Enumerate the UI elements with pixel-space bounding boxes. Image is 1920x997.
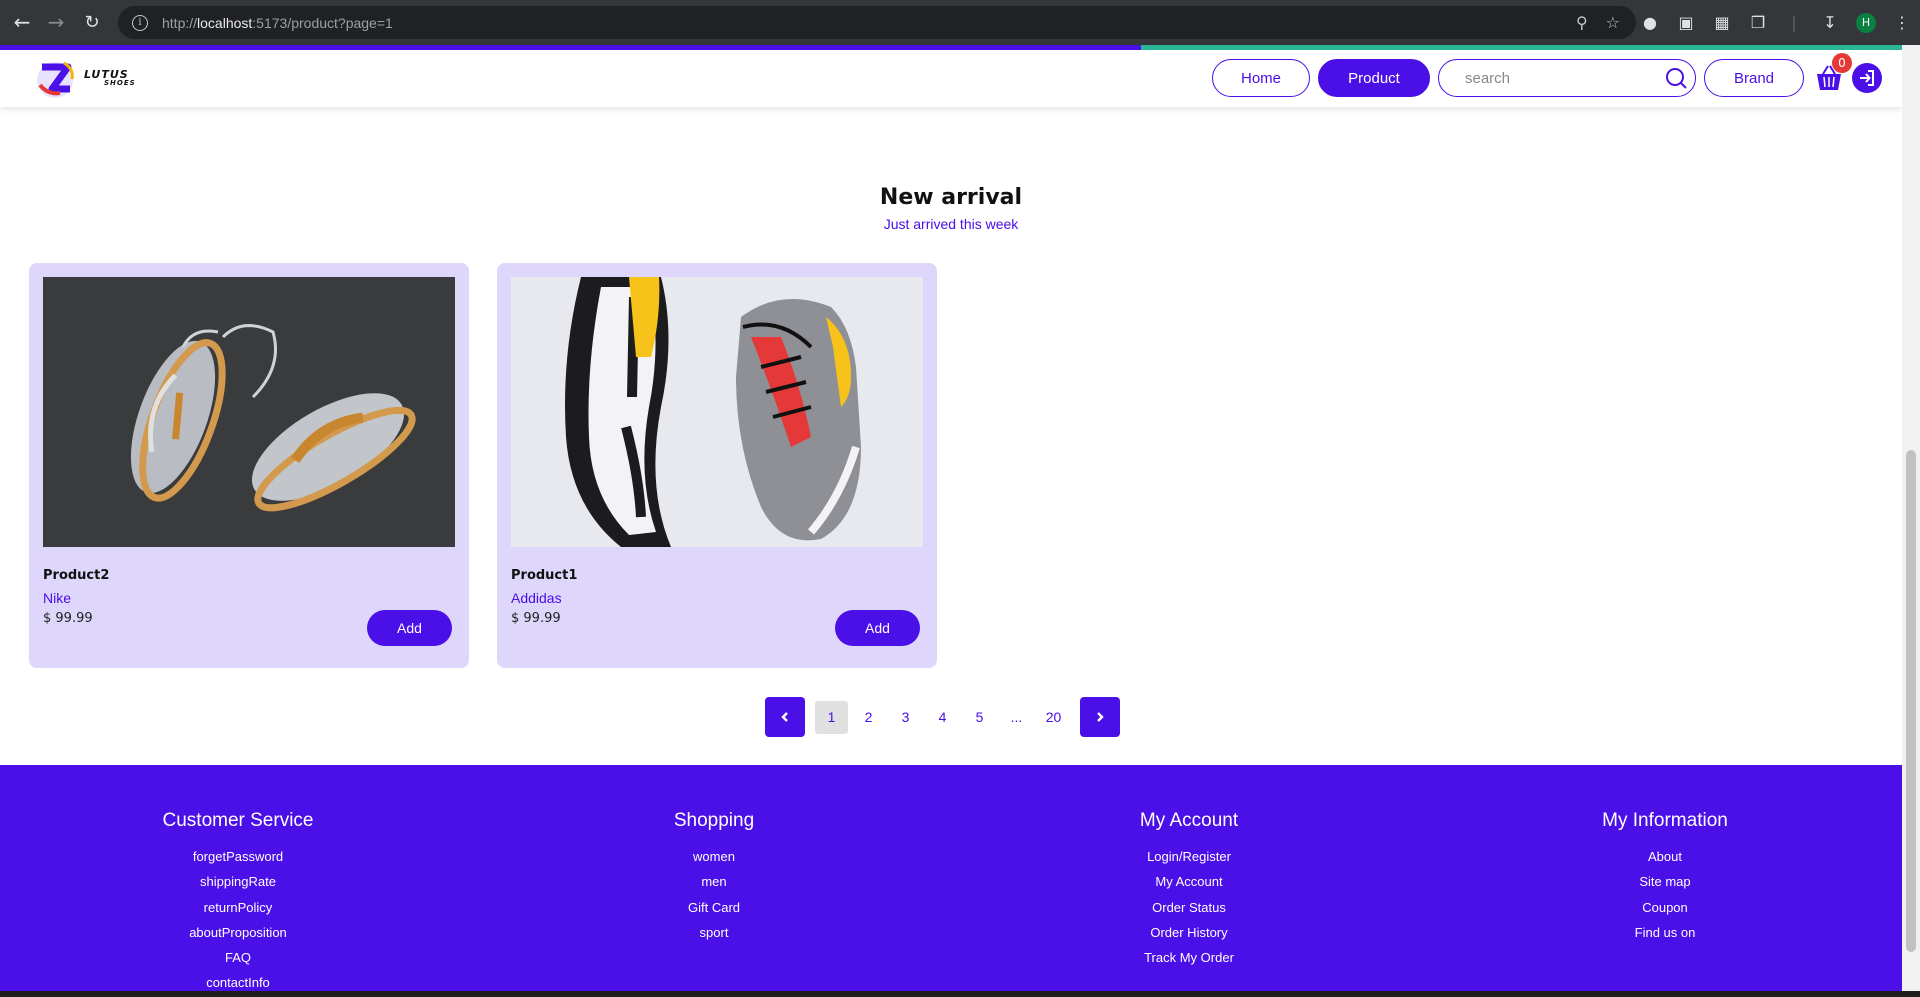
nav-product-button[interactable]: Product <box>1318 59 1430 97</box>
page-3-button[interactable]: 3 <box>889 701 922 734</box>
product-brand: Nike <box>43 590 72 606</box>
scrollbar-thumb[interactable] <box>1906 450 1916 952</box>
logo[interactable]: LUTUS SHOES <box>34 55 136 101</box>
extension-image-icon[interactable]: ▦ <box>1704 6 1740 39</box>
product-brand: Addidas <box>511 590 562 606</box>
product-card[interactable]: Product2 Nike $ 99.99 Add <box>29 263 469 668</box>
extension-docs-icon[interactable]: ▣ <box>1668 6 1704 39</box>
loading-progress-bar <box>0 45 1902 50</box>
site-header: LUTUS SHOES Home Product Brand 0 <box>0 45 1902 107</box>
prev-page-button[interactable] <box>765 697 805 737</box>
footer-link[interactable]: Coupon <box>1515 895 1815 920</box>
footer-link[interactable]: aboutProposition <box>88 920 388 945</box>
profile-avatar[interactable]: H <box>1848 6 1884 39</box>
product-name[interactable]: Product1 <box>511 568 577 583</box>
chevron-right-icon <box>1097 712 1104 722</box>
footer-link[interactable]: FAQ <box>88 945 388 970</box>
product-image[interactable] <box>43 277 455 547</box>
footer-link[interactable]: men <box>564 869 864 894</box>
product-price: $ 99.99 <box>511 611 561 626</box>
nav-brand-button[interactable]: Brand <box>1704 59 1804 97</box>
browser-toolbar: ← → ↻ i http://localhost:5173/product?pa… <box>0 0 1920 45</box>
footer-link[interactable]: Site map <box>1515 869 1815 894</box>
zoom-icon[interactable]: ⚲ <box>1576 13 1588 32</box>
footer-heading: My Information <box>1602 810 1728 831</box>
footer-heading: Shopping <box>673 810 755 831</box>
footer-link[interactable]: Order Status <box>1039 895 1339 920</box>
footer-link[interactable]: Login/Register <box>1039 844 1339 869</box>
sign-in-icon <box>1860 70 1874 86</box>
add-to-cart-button[interactable]: Add <box>835 610 920 646</box>
download-icon[interactable]: ↧ <box>1812 6 1848 39</box>
add-to-cart-button[interactable]: Add <box>367 610 452 646</box>
cart-button[interactable]: 0 <box>1814 53 1852 93</box>
footer-link[interactable]: Find us on <box>1515 920 1815 945</box>
extension-icon[interactable]: ● <box>1632 6 1668 39</box>
footer-link[interactable]: sport <box>564 920 864 945</box>
chevron-left-icon <box>781 712 788 722</box>
forward-icon[interactable]: → <box>40 6 72 38</box>
section-title: New arrival <box>879 185 1023 210</box>
page-scrollbar[interactable] <box>1902 45 1920 997</box>
product-name[interactable]: Product2 <box>43 568 109 583</box>
divider: | <box>1791 13 1797 32</box>
footer-link[interactable]: shippingRate <box>88 869 388 894</box>
footer-customer-service: Customer Service forgetPassword shipping… <box>88 810 388 996</box>
sneaker-photo-image <box>43 277 455 547</box>
menu-kebab-icon[interactable]: ⋮ <box>1884 6 1920 39</box>
profile-initial: H <box>1856 12 1876 33</box>
site-info-icon[interactable]: i <box>132 14 148 31</box>
footer-link[interactable]: forgetPassword <box>88 844 388 869</box>
product-card[interactable]: Product1 Addidas $ 99.99 Add <box>497 263 937 668</box>
login-button[interactable] <box>1852 63 1882 93</box>
footer-link[interactable]: women <box>564 844 864 869</box>
footer-heading: Customer Service <box>162 810 314 831</box>
nav-home-button[interactable]: Home <box>1212 59 1310 97</box>
sneaker-photo-image <box>511 277 923 547</box>
footer-my-information: My Information About Site map Coupon Fin… <box>1515 810 1815 945</box>
search-icon[interactable] <box>1665 67 1687 89</box>
page-2-button[interactable]: 2 <box>852 701 885 734</box>
pagination: 1 2 3 4 5 ... 20 <box>765 697 1120 737</box>
search-box <box>1438 59 1696 97</box>
url-text[interactable]: http://localhost:5173/product?page=1 <box>162 15 393 31</box>
page-5-button[interactable]: 5 <box>963 701 996 734</box>
footer-link[interactable]: Track My Order <box>1039 945 1339 970</box>
footer-my-account: My Account Login/Register My Account Ord… <box>1039 810 1339 970</box>
search-input[interactable] <box>1465 69 1665 87</box>
product-image[interactable] <box>511 277 923 547</box>
back-icon[interactable]: ← <box>6 6 38 38</box>
footer-shopping: Shopping women men Gift Card sport <box>564 810 864 945</box>
reload-icon[interactable]: ↻ <box>76 6 108 38</box>
next-page-button[interactable] <box>1080 697 1120 737</box>
footer-link[interactable]: returnPolicy <box>88 895 388 920</box>
address-bar[interactable]: i http://localhost:5173/product?page=1 ⚲… <box>118 6 1636 39</box>
bookmark-star-icon[interactable]: ☆ <box>1606 13 1620 32</box>
page-4-button[interactable]: 4 <box>926 701 959 734</box>
footer-link[interactable]: Order History <box>1039 920 1339 945</box>
extensions-puzzle-icon[interactable]: ❒ <box>1740 6 1776 39</box>
site-footer: Customer Service forgetPassword shipping… <box>0 765 1902 997</box>
logo-line2: SHOES <box>104 79 136 87</box>
page-1-button[interactable]: 1 <box>815 700 848 734</box>
footer-heading: My Account <box>1139 810 1239 831</box>
window-bottom-edge <box>0 991 1920 997</box>
product-price: $ 99.99 <box>43 611 93 626</box>
footer-link[interactable]: My Account <box>1039 869 1339 894</box>
footer-link[interactable]: About <box>1515 844 1815 869</box>
cart-count-badge: 0 <box>1832 53 1852 73</box>
section-subtitle: Just arrived this week <box>883 216 1019 232</box>
footer-link[interactable]: Gift Card <box>564 895 864 920</box>
page-ellipsis: ... <box>1010 709 1023 725</box>
page-20-button[interactable]: 20 <box>1037 701 1070 734</box>
logo-icon <box>37 61 74 98</box>
header-nav: Home Product Brand 0 <box>1212 53 1882 97</box>
